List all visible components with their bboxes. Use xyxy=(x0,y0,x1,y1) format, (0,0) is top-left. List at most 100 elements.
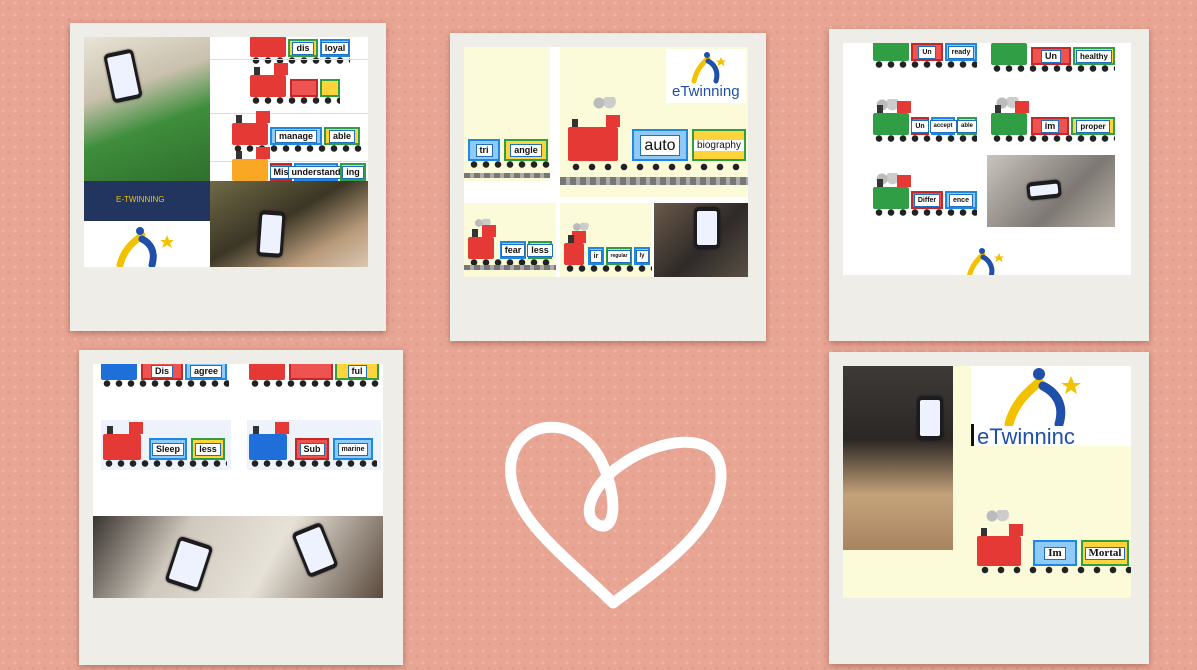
word-card: ir xyxy=(589,249,603,263)
photo-hands-with-phone xyxy=(654,203,748,277)
smartphone-icon xyxy=(256,210,286,258)
locomotive-icon xyxy=(991,43,1027,65)
word-train: ir regular ly xyxy=(564,231,652,273)
locomotive-icon xyxy=(991,101,1029,135)
word-card: manage xyxy=(274,129,317,143)
locomotive-icon xyxy=(564,231,586,265)
locomotive-icon xyxy=(249,422,289,460)
word-card: able xyxy=(328,129,355,143)
photo-child-with-phone xyxy=(987,155,1115,227)
smartphone-icon xyxy=(291,521,339,579)
word-card: Sub xyxy=(299,442,325,456)
etwinning-logo: eTwinninc xyxy=(971,366,1131,446)
word-card: Differ xyxy=(913,193,941,207)
word-card: loyal xyxy=(320,41,350,55)
small-train-panel: tri angle xyxy=(464,47,550,181)
locomotive-icon xyxy=(873,101,911,135)
locomotive-icon xyxy=(232,111,270,145)
word-card: ly xyxy=(635,249,649,263)
word-card: ence xyxy=(949,193,973,207)
locomotive-icon xyxy=(250,37,286,57)
word-card: Sleep xyxy=(151,442,184,456)
word-train: im proper xyxy=(991,101,1115,143)
etwinning-banner: E-TWINNING xyxy=(84,181,210,221)
word-train: Differ ence xyxy=(873,175,977,217)
collage-3: Un ready Un healthy Un accept able im pr… xyxy=(843,43,1131,275)
photo-child-with-phone xyxy=(843,366,953,550)
etwinning-logo-icon xyxy=(966,248,1004,275)
collage-5: eTwinninc Im Mortal xyxy=(843,366,1131,598)
word-card: marine xyxy=(337,442,369,456)
word-card: angle xyxy=(510,143,542,157)
word-card: Im xyxy=(1044,546,1066,560)
locomotive-icon xyxy=(977,524,1023,566)
polaroid-5: eTwinninc Im Mortal xyxy=(829,352,1149,664)
photo-students-with-phones xyxy=(93,516,383,598)
word-card: healthy xyxy=(1075,49,1112,63)
word-card: ful xyxy=(347,364,367,378)
brand-text: eTwinninc xyxy=(977,424,1075,446)
word-card: less xyxy=(527,243,553,257)
collage-1: dis loyal manage able Mis understand ing… xyxy=(84,37,368,267)
locomotive-icon xyxy=(873,43,909,61)
locomotive-icon xyxy=(250,63,288,97)
word-card: understand xyxy=(287,165,345,179)
smartphone-icon xyxy=(103,48,143,104)
locomotive-icon xyxy=(232,147,270,181)
etwinning-logo-icon xyxy=(1004,368,1081,426)
polaroid-2: tri angle eTwinning auto biography fear … xyxy=(450,33,766,341)
locomotive-icon xyxy=(103,422,143,460)
word-train: tri angle xyxy=(468,135,550,169)
banner-text: E-TWINNING xyxy=(116,195,165,204)
locomotive-icon xyxy=(568,115,620,161)
word-train xyxy=(250,63,340,105)
word-card: auto xyxy=(640,134,680,156)
word-card: im xyxy=(1040,119,1060,133)
word-card: biography xyxy=(694,139,744,151)
word-card: accept xyxy=(929,119,957,133)
word-card: regular xyxy=(606,249,632,263)
heart-doodle-icon xyxy=(505,421,727,609)
big-train-panel: eTwinning auto biography xyxy=(560,47,748,197)
word-train: fear less xyxy=(468,225,554,267)
polaroid-1: dis loyal manage able Mis understand ing… xyxy=(70,23,386,331)
locomotive-icon xyxy=(249,364,285,380)
word-card: Mortal xyxy=(1084,546,1126,560)
word-train: Mis understand ing xyxy=(232,147,366,181)
word-card: agree xyxy=(189,364,223,378)
word-train: ful xyxy=(249,364,381,388)
collage-2: tri angle eTwinning auto biography fear … xyxy=(464,47,748,277)
small-train-panel: fear less xyxy=(464,203,556,277)
word-train: Un healthy xyxy=(991,43,1115,73)
collage-4: Dis agree ful Sleep less Sub marine xyxy=(93,364,383,598)
word-card: proper xyxy=(1076,119,1110,133)
locomotive-icon xyxy=(873,175,911,209)
word-train: Sub marine xyxy=(249,422,377,468)
word-card: fear xyxy=(500,243,526,257)
word-card: ing xyxy=(342,165,364,179)
word-card: Dis xyxy=(150,364,173,378)
word-card: Un xyxy=(911,119,929,133)
word-train: Im Mortal xyxy=(977,524,1131,576)
word-train: dis loyal xyxy=(250,37,350,65)
smartphone-icon xyxy=(1026,179,1062,201)
etwinning-logo xyxy=(84,221,210,267)
locomotive-icon xyxy=(468,225,496,259)
polaroid-4: Dis agree ful Sleep less Sub marine xyxy=(79,350,403,665)
word-card: ready xyxy=(947,45,975,59)
word-card: less xyxy=(195,442,221,456)
etwinning-logo-icon xyxy=(691,52,726,84)
train-strip: dis loyal manage able Mis understand ing xyxy=(210,37,368,181)
photo-child-with-phone xyxy=(84,37,210,181)
word-card: tri xyxy=(475,143,493,157)
small-train-panel: ir regular ly xyxy=(560,203,652,277)
smartphone-icon xyxy=(917,396,943,440)
word-card: Un xyxy=(918,45,936,59)
word-train: Un accept able xyxy=(873,101,978,143)
brand-text: eTwinning xyxy=(672,83,740,100)
locomotive-icon xyxy=(101,364,137,380)
word-train: Sleep less xyxy=(103,422,227,468)
word-train: manage able xyxy=(232,111,362,153)
word-train: Dis agree xyxy=(101,364,229,388)
photo-phone-on-desk xyxy=(210,181,368,267)
